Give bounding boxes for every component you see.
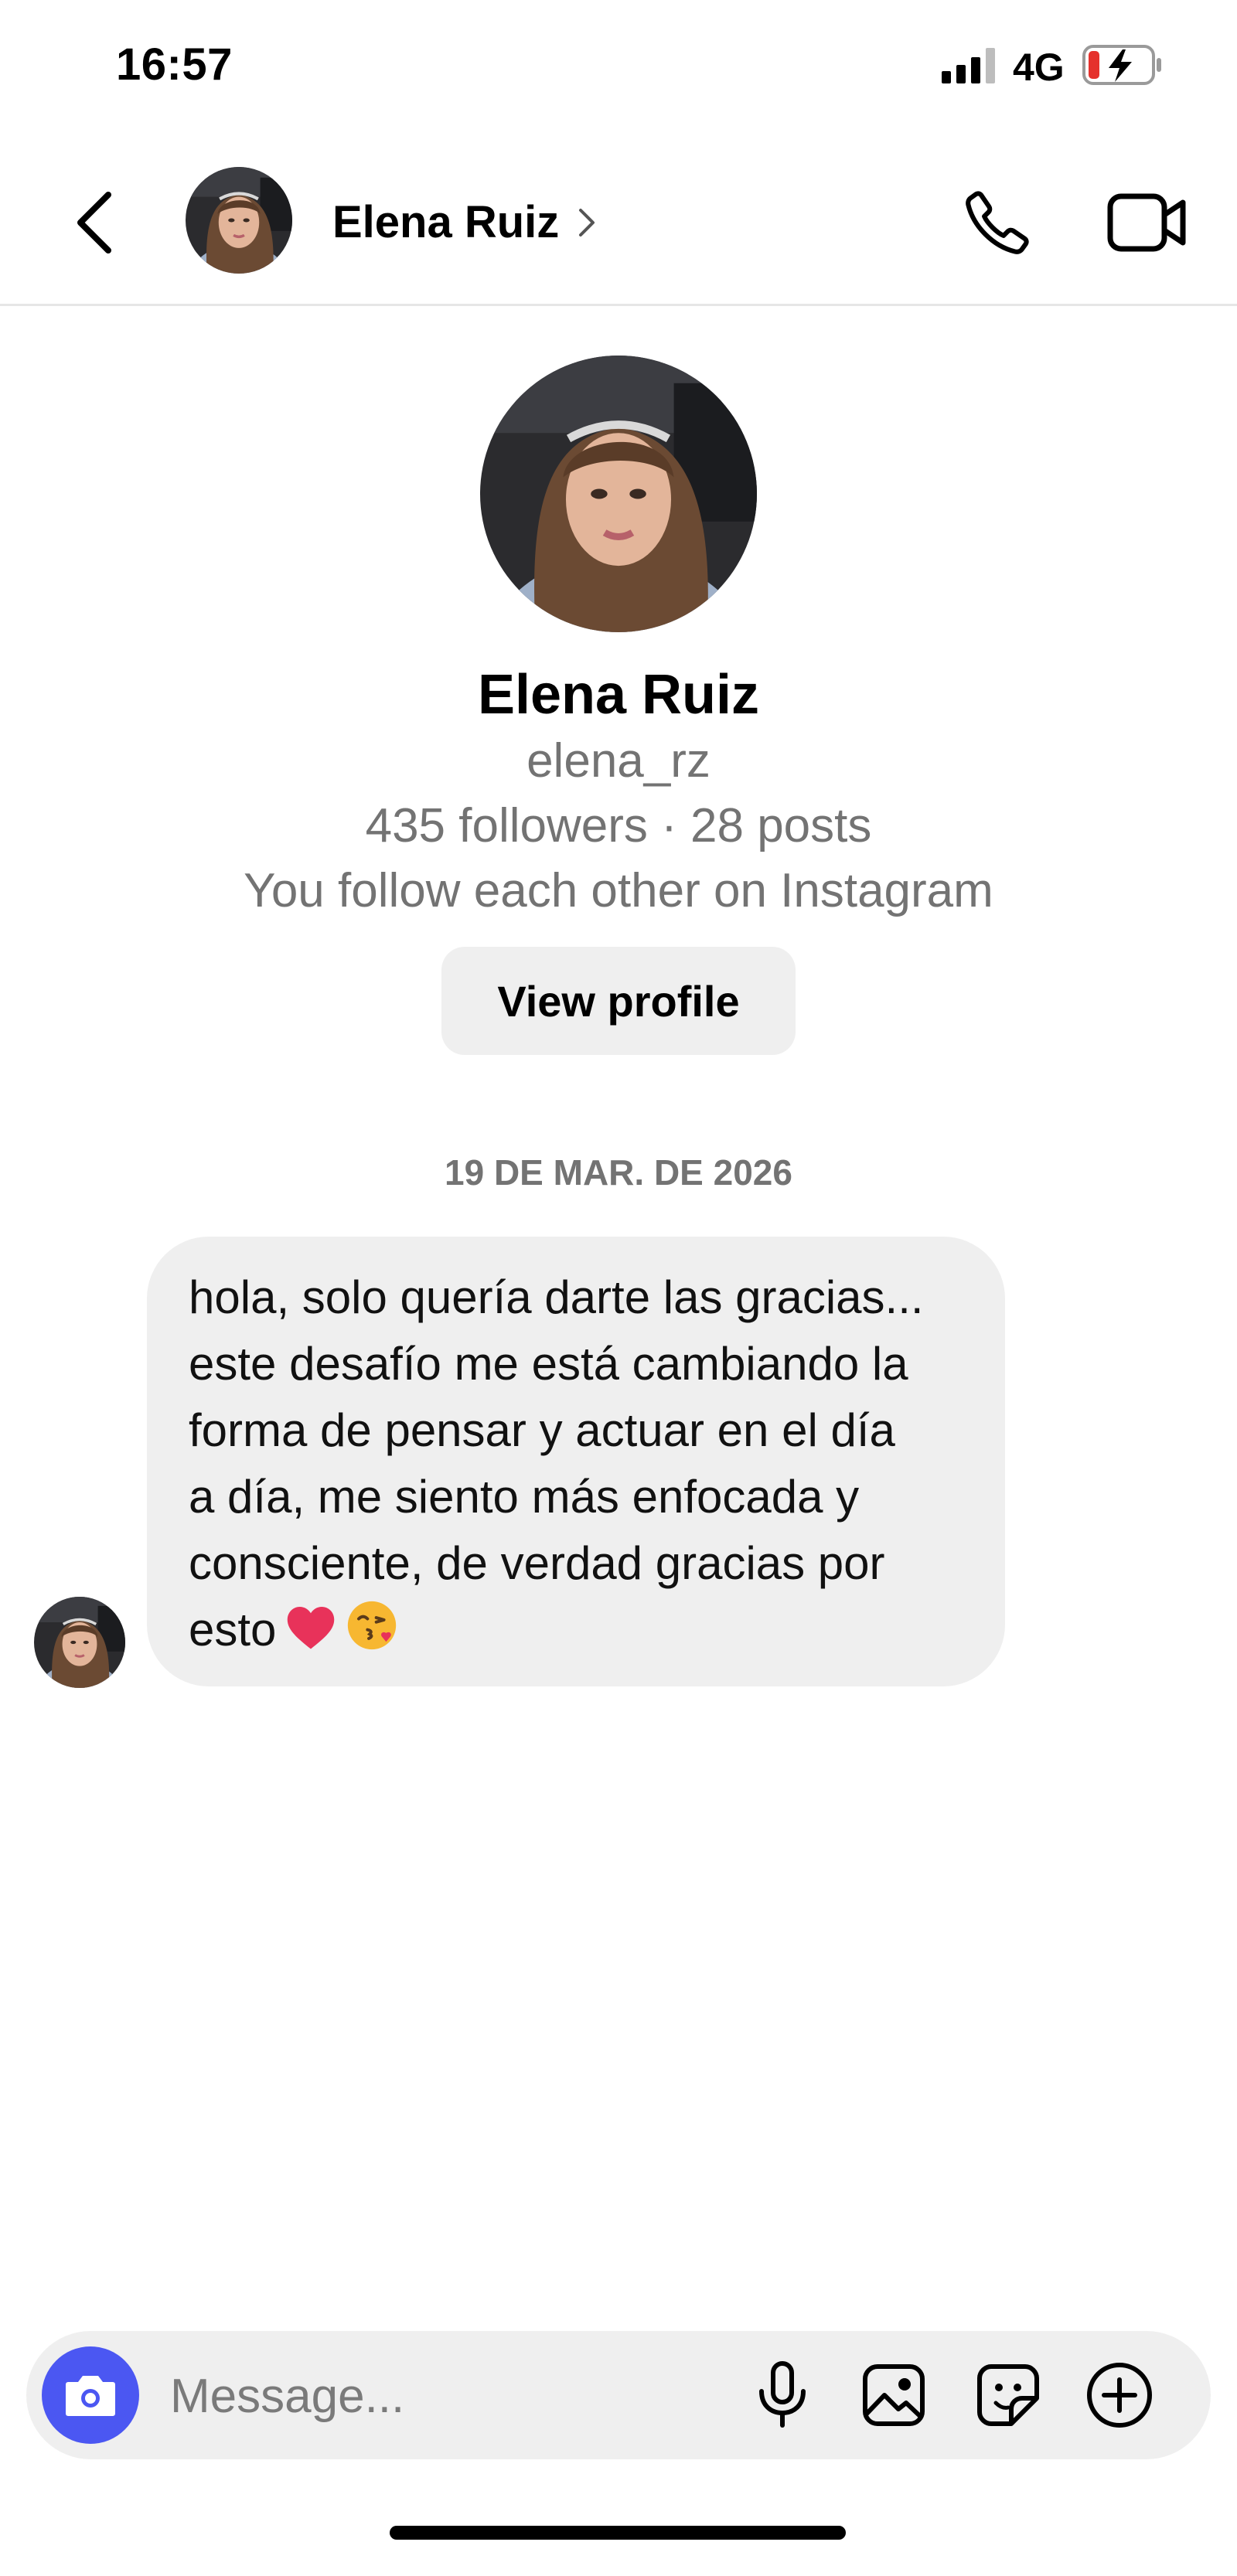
profile-card: Elena Ruiz elena_rz 435 followers · 28 p… <box>0 356 1237 1056</box>
sticker-button[interactable] <box>969 2357 1047 2434</box>
chevron-right-icon <box>579 208 595 237</box>
phone-icon <box>966 191 1029 254</box>
profile-relationship: You follow each other on Instagram <box>244 864 993 918</box>
plus-circle-icon <box>1087 2363 1152 2428</box>
profile-name: Elena Ruiz <box>477 664 760 726</box>
camera-icon <box>66 2376 115 2416</box>
gallery-button[interactable] <box>855 2357 932 2434</box>
status-time: 16:57 <box>116 39 233 90</box>
header-avatar[interactable] <box>186 167 292 274</box>
message-bubble[interactable]: hola, solo quería darte las gracias... e… <box>147 1237 1005 1686</box>
message-text: hola, solo quería darte las gracias... e… <box>189 1271 924 1656</box>
signal-bars-icon <box>942 48 995 83</box>
voice-call-button[interactable] <box>959 184 1036 261</box>
home-indicator <box>390 2526 846 2540</box>
status-bar: 16:57 4G <box>0 0 1237 138</box>
video-call-button[interactable] <box>1104 184 1191 261</box>
chevron-left-icon <box>77 192 111 254</box>
contact-name-link[interactable]: Elena Ruiz <box>332 196 598 248</box>
avatar-image <box>34 1597 125 1688</box>
message-sender-avatar[interactable] <box>34 1597 125 1688</box>
back-button[interactable] <box>63 184 125 261</box>
video-camera-icon <box>1107 193 1186 252</box>
red-heart-emoji <box>288 1607 335 1649</box>
avatar-image <box>186 167 292 274</box>
gallery-icon <box>863 2364 925 2426</box>
more-options-button[interactable] <box>1081 2357 1158 2434</box>
profile-avatar[interactable] <box>480 356 757 632</box>
avatar-image <box>480 356 757 632</box>
profile-stats: 435 followers · 28 posts <box>365 799 872 853</box>
microphone-icon <box>759 2361 806 2428</box>
message-composer <box>26 2331 1211 2459</box>
date-divider: 19 DE MAR. DE 2026 <box>445 1152 792 1193</box>
sticker-icon <box>977 2364 1039 2426</box>
battery-charging-icon <box>1082 45 1161 85</box>
view-profile-button[interactable]: View profile <box>441 947 796 1056</box>
message-input[interactable] <box>169 2363 725 2428</box>
chat-header: Elena Ruiz <box>0 138 1237 306</box>
camera-button[interactable] <box>42 2346 139 2444</box>
network-type-label: 4G <box>1013 46 1065 89</box>
profile-handle: elena_rz <box>526 734 711 788</box>
contact-name: Elena Ruiz <box>332 197 560 247</box>
voice-message-button[interactable] <box>744 2357 821 2434</box>
face-blowing-kiss-emoji <box>348 1601 397 1650</box>
